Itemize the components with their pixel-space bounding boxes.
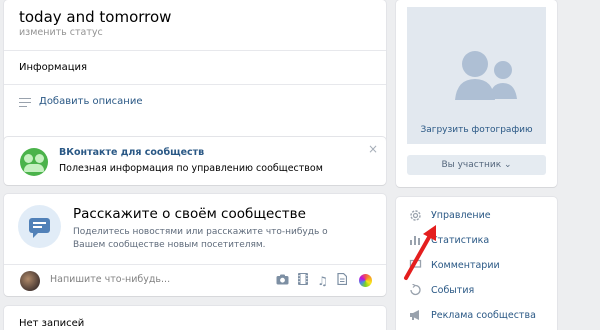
menu-item-comments[interactable]: Комментарии	[407, 257, 500, 273]
post-composer: Напишите что-нибудь... ♫	[4, 264, 386, 296]
attachment-toolbar: ♫	[267, 272, 372, 288]
camera-icon[interactable]	[276, 274, 289, 288]
menu-item-ads[interactable]: Реклама сообщества	[407, 307, 536, 323]
music-icon[interactable]: ♫	[317, 274, 328, 288]
events-icon	[407, 282, 423, 298]
document-icon[interactable]	[337, 272, 348, 288]
close-icon[interactable]: ×	[368, 142, 378, 156]
menu-item-label: Управление	[431, 209, 491, 221]
promo-title-link[interactable]: ВКонтакте для сообществ	[59, 147, 204, 158]
menu-item-label: Комментарии	[431, 259, 500, 271]
change-status-link[interactable]: изменить статус	[19, 27, 103, 38]
info-heading: Информация	[19, 62, 88, 73]
menu-item-events[interactable]: События	[407, 282, 474, 298]
megaphone-icon	[407, 307, 423, 323]
community-photo-card: Загрузить фотографию Вы участник ⌄	[396, 0, 557, 187]
post-input[interactable]: Напишите что-нибудь...	[50, 274, 170, 285]
video-icon[interactable]	[298, 273, 309, 288]
people-icon	[455, 51, 517, 100]
tell-title: Расскажите о своём сообществе	[73, 206, 306, 222]
menu-item-label: События	[431, 284, 475, 296]
menu-item-label: Статистика	[431, 234, 490, 246]
menu-item-label: Реклама сообщества	[431, 309, 536, 321]
stats-icon	[407, 232, 423, 248]
vk-for-communities-card: ВКонтакте для сообществ Полезная информа…	[4, 137, 386, 185]
graffiti-icon[interactable]	[359, 274, 372, 287]
tell-subtitle: Поделитесь новостями или расскажите что-…	[73, 227, 328, 250]
no-posts-label: Нет записей	[19, 318, 85, 329]
divider	[4, 50, 386, 51]
add-description-label: Добавить описание	[39, 96, 143, 107]
community-icon	[20, 148, 48, 176]
community-menu-card: Управление Статистика Комментарии Событи…	[396, 197, 557, 330]
avatar[interactable]	[20, 271, 40, 291]
membership-button[interactable]: Вы участник ⌄	[407, 155, 546, 175]
comments-icon	[407, 257, 423, 273]
add-description-link[interactable]: Добавить описание	[19, 96, 143, 107]
description-lines-icon	[19, 97, 31, 107]
upload-photo-label: Загрузить фотографию	[420, 125, 533, 135]
promo-subtitle: Полезная информация по управлению сообще…	[59, 163, 323, 174]
tell-about-community-card: Расскажите о своём сообществе Поделитесь…	[4, 194, 386, 296]
wall-card: Нет записей	[4, 306, 386, 330]
menu-item-manage[interactable]: Управление	[407, 207, 491, 223]
message-bubble-icon	[18, 205, 61, 248]
menu-item-statistics[interactable]: Статистика	[407, 232, 489, 248]
divider	[4, 84, 386, 85]
group-name: today and tomorrow	[19, 8, 172, 26]
gear-icon	[407, 207, 423, 223]
upload-photo-area[interactable]: Загрузить фотографию	[407, 7, 546, 144]
